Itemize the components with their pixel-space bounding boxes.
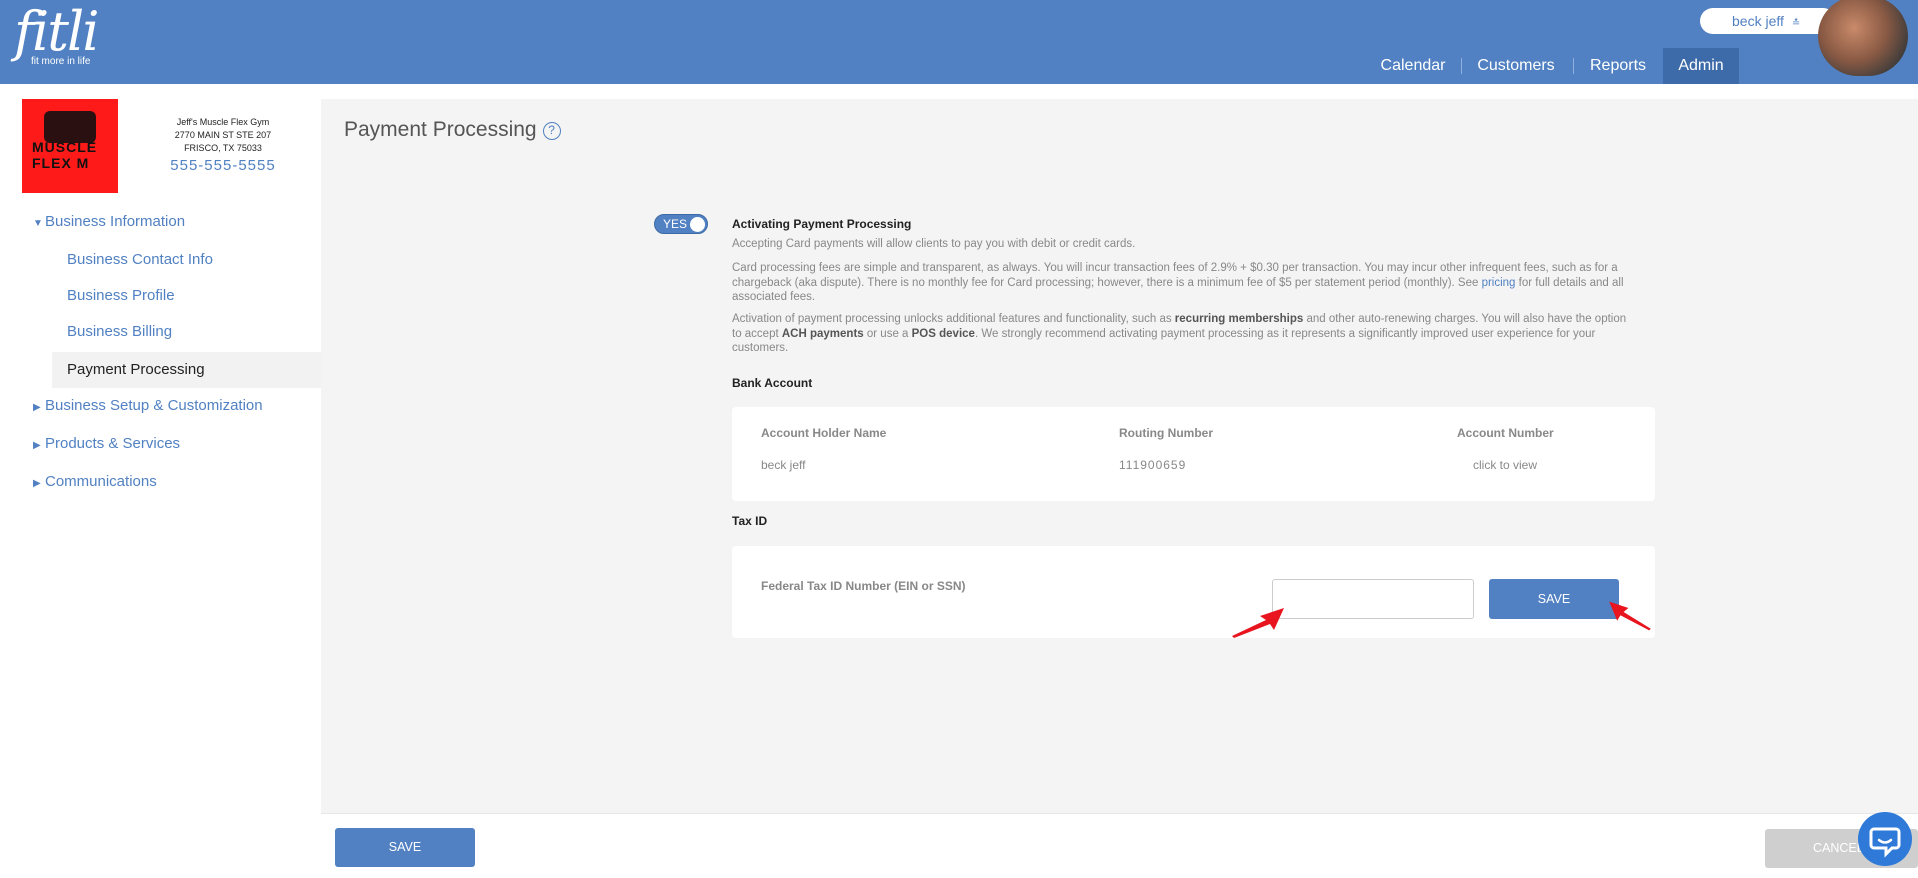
annotation-arrow-icon <box>1609 601 1651 631</box>
bank-account-card: Account Holder Name Routing Number Accou… <box>732 407 1655 501</box>
sidebar-item-business-setup[interactable]: ▶ Business Setup & Customization <box>33 396 263 418</box>
avatar[interactable] <box>1818 0 1908 76</box>
double-chevron-down-icon: ≛ <box>1791 18 1801 29</box>
payments-intro-text: Accepting Card payments will allow clien… <box>732 238 1136 250</box>
business-address-line2: FRISCO, TX 75033 <box>184 143 262 153</box>
features-text-part: Activation of payment processing unlocks… <box>732 313 1175 325</box>
routing-number-value: 111900659 <box>1119 458 1187 472</box>
account-number-view-link[interactable]: click to view <box>1473 458 1537 472</box>
pricing-link[interactable]: pricing <box>1482 277 1516 289</box>
tax-id-heading: Tax ID <box>732 514 768 528</box>
sidebar-item-label: Business Setup & Customization <box>45 397 263 414</box>
sidebar-item-label: Business Information <box>45 213 186 230</box>
business-address-block: Jeff's Muscle Flex Gym 2770 MAIN ST STE … <box>150 116 296 155</box>
sidebar-item-label: Communications <box>45 473 157 490</box>
page-title: Payment Processing? <box>344 118 561 142</box>
business-phone[interactable]: 555-555-5555 <box>150 157 296 174</box>
nav-calendar[interactable]: Calendar <box>1375 48 1451 84</box>
account-holder-value: beck jeff <box>761 458 806 472</box>
toggle-knob <box>690 217 705 232</box>
help-icon[interactable]: ? <box>542 122 561 140</box>
bank-account-heading: Bank Account <box>732 376 813 390</box>
chat-icon[interactable] <box>1858 812 1912 866</box>
tax-id-save-button[interactable]: SAVE <box>1489 579 1619 619</box>
features-text-part: or use a <box>863 327 912 340</box>
payments-fees-text: Card processing fees are simple and tran… <box>732 261 1628 305</box>
nav-admin[interactable]: Admin <box>1663 48 1739 84</box>
sidebar-item-business-contact-info[interactable]: Business Contact Info <box>67 250 213 270</box>
fitli-logo[interactable]: fitli <box>14 4 99 60</box>
sidebar-item-business-profile[interactable]: Business Profile <box>67 286 175 306</box>
sidebar-item-label: Products & Services <box>45 435 181 452</box>
account-holder-header: Account Holder Name <box>761 426 887 440</box>
features-text-bold: ACH payments <box>781 327 864 340</box>
sidebar-item-business-information[interactable]: ▼ Business Information <box>33 212 185 234</box>
logo-text: MUSCLE FLEX M <box>32 139 98 171</box>
top-bar: fitli fit more in life beck jeff ≛ Calend… <box>0 0 1918 84</box>
payment-processing-toggle[interactable]: YES <box>654 214 708 234</box>
nav-divider <box>1461 58 1462 74</box>
user-menu[interactable]: beck jeff ≛ <box>1700 8 1836 34</box>
sidebar-item-payment-processing[interactable]: Payment Processing <box>67 360 205 380</box>
features-text-bold: POS device <box>911 327 975 340</box>
caret-right-icon: ▶ <box>33 440 41 451</box>
nav-customers[interactable]: Customers <box>1472 48 1560 84</box>
bottom-action-bar <box>321 813 1918 878</box>
page-title-text: Payment Processing <box>344 118 537 141</box>
payments-features-text: Activation of payment processing unlocks… <box>732 312 1628 356</box>
federal-tax-id-input[interactable] <box>1272 579 1474 619</box>
sidebar-item-business-billing[interactable]: Business Billing <box>67 322 172 342</box>
annotation-arrow-icon <box>1232 608 1284 638</box>
account-number-header: Account Number <box>1457 426 1554 440</box>
features-text-bold: recurring memberships <box>1174 313 1304 325</box>
sidebar-item-communications[interactable]: ▶ Communications <box>33 472 157 494</box>
caret-down-icon: ▼ <box>33 218 43 229</box>
caret-right-icon: ▶ <box>33 402 41 413</box>
caret-right-icon: ▶ <box>33 478 41 489</box>
footer-save-button[interactable]: SAVE <box>335 828 475 867</box>
toggle-label: YES <box>663 217 688 231</box>
routing-number-header: Routing Number <box>1119 426 1213 440</box>
logo-tagline: fit more in life <box>31 56 91 67</box>
nav-reports[interactable]: Reports <box>1584 48 1652 84</box>
sidebar: MUSCLE FLEX M Jeff's Muscle Flex Gym 277… <box>0 84 321 878</box>
payments-heading: Activating Payment Processing <box>732 217 912 231</box>
chat-bubble-icon <box>1869 827 1901 858</box>
business-address-line1: 2770 MAIN ST STE 207 <box>174 130 272 140</box>
user-name: beck jeff <box>1732 13 1784 29</box>
federal-tax-id-label: Federal Tax ID Number (EIN or SSN) <box>761 579 966 593</box>
business-logo: MUSCLE FLEX M <box>22 99 118 193</box>
sidebar-item-products-services[interactable]: ▶ Products & Services <box>33 434 180 456</box>
nav-divider <box>1573 58 1574 74</box>
business-name: Jeff's Muscle Flex Gym <box>176 117 270 127</box>
